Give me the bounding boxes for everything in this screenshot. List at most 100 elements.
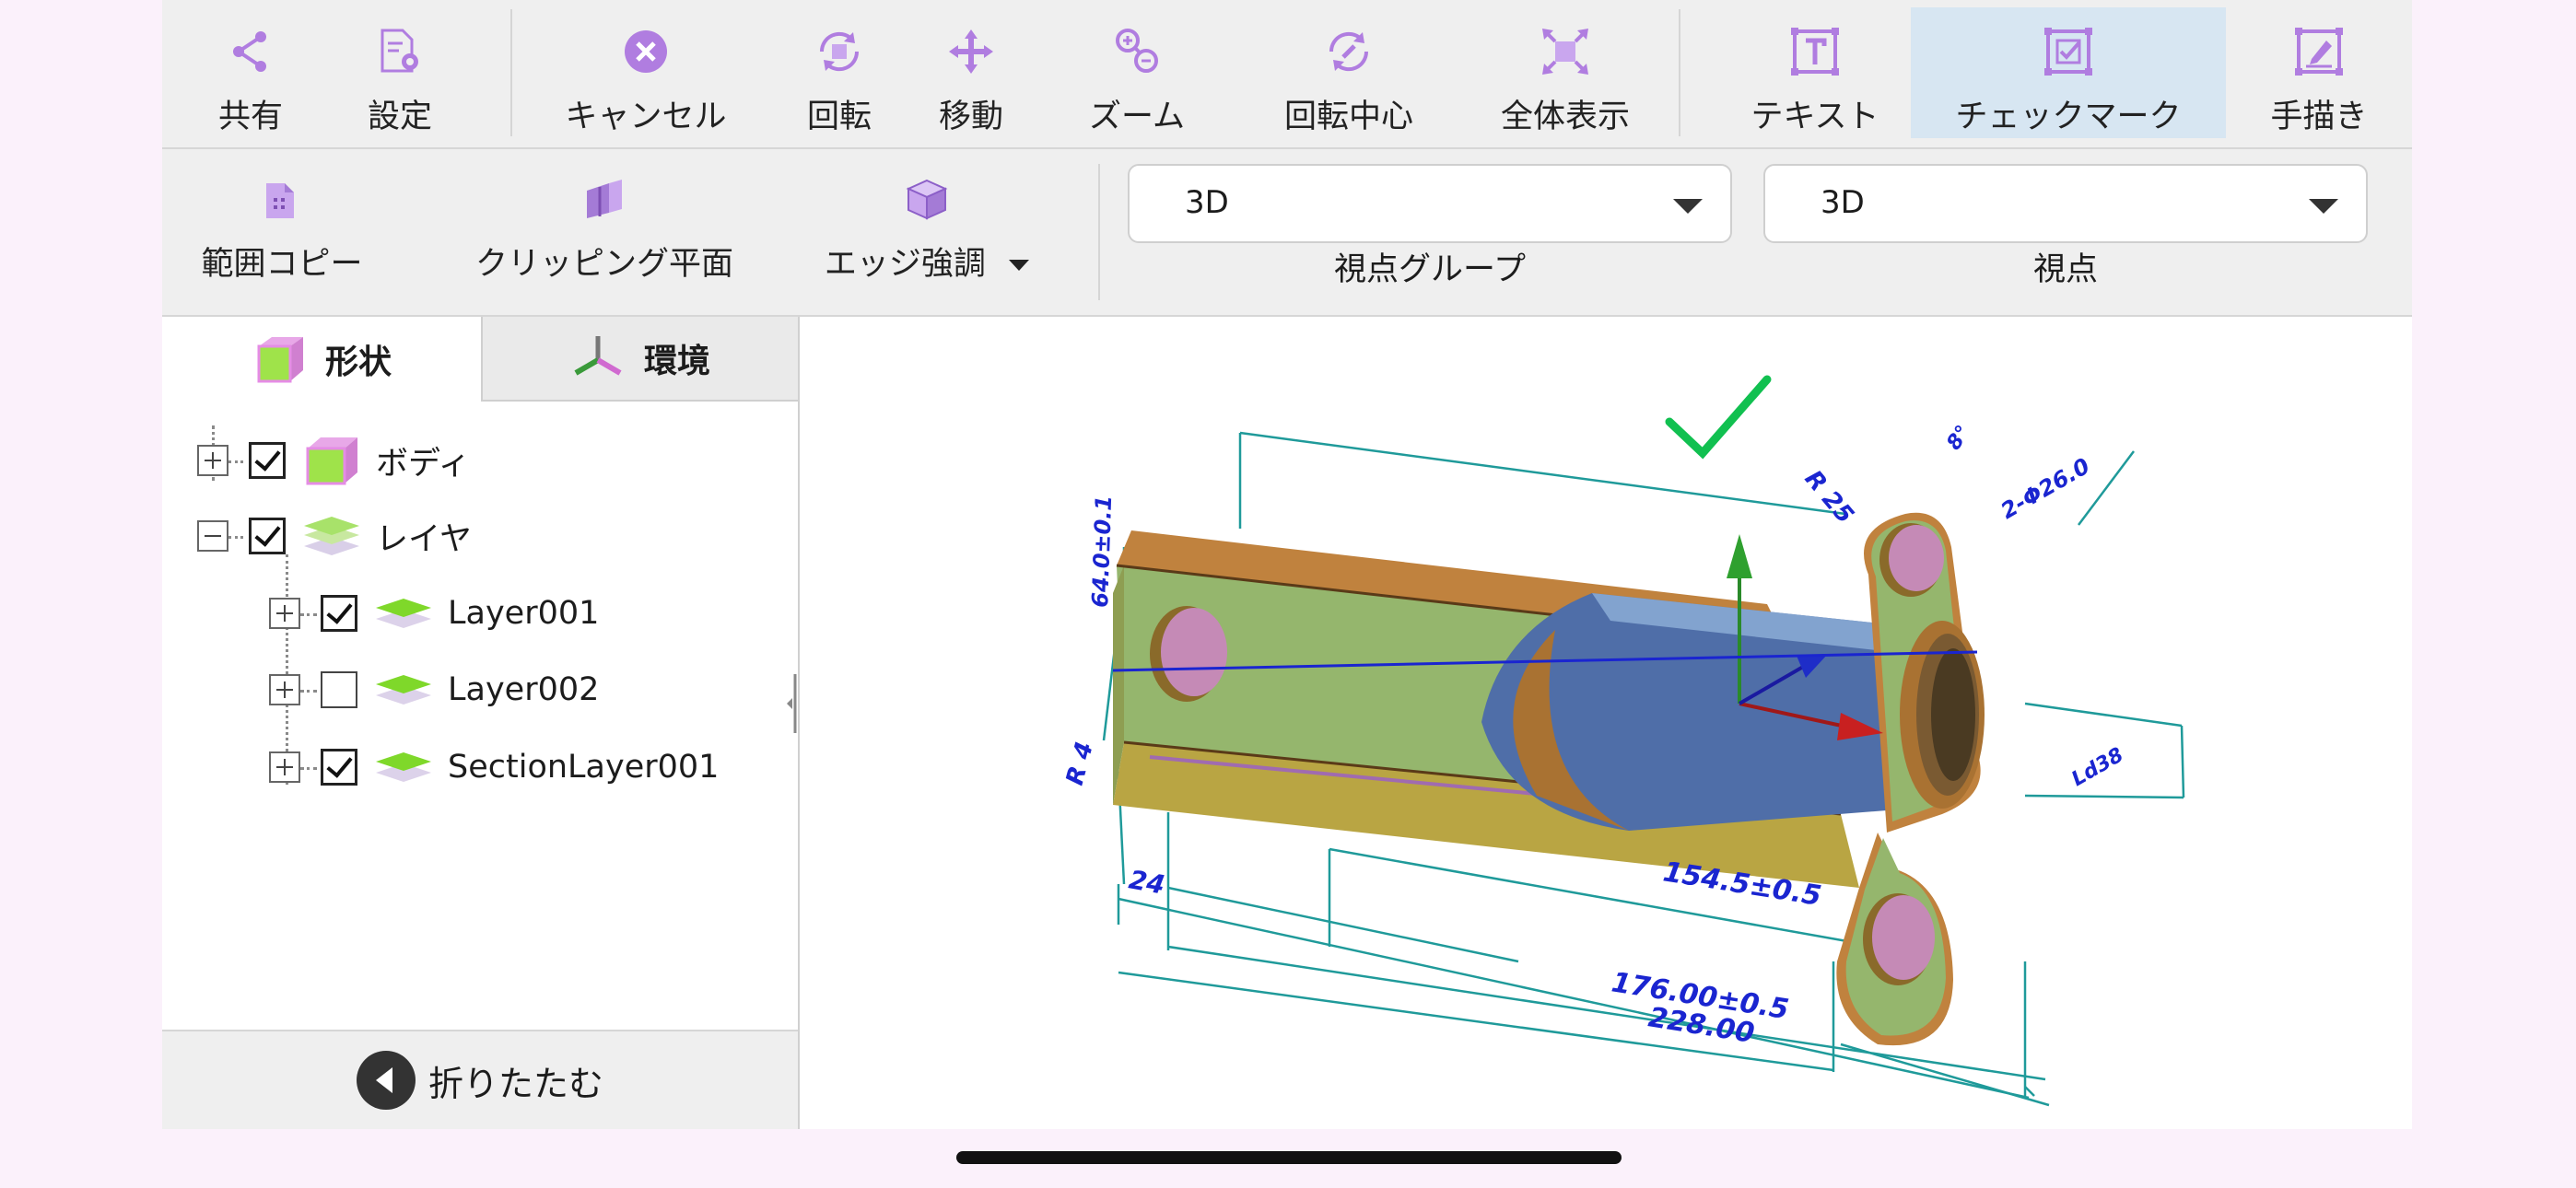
- freehand-icon: [2289, 22, 2348, 81]
- tree-item-layer001[interactable]: Layer001: [269, 586, 599, 641]
- rotate-icon: [810, 22, 869, 81]
- cancel-button[interactable]: キャンセル: [549, 7, 743, 138]
- environment-axes-icon: [570, 332, 626, 384]
- toolbar-divider: [510, 9, 512, 136]
- rotation-center-button[interactable]: 回転中心: [1266, 7, 1432, 138]
- layer-icon: [374, 670, 433, 710]
- viewpoint-group-label: 視点グループ: [1334, 251, 1526, 288]
- dropdown-arrow-icon: [2309, 199, 2338, 214]
- move-button[interactable]: 移動: [916, 7, 1026, 138]
- move-icon: [942, 22, 1001, 81]
- range-copy-button[interactable]: 範囲コピー: [199, 169, 365, 298]
- expand-icon[interactable]: [197, 445, 228, 476]
- range-copy-icon: [252, 169, 311, 228]
- dim-r4: R 4: [1061, 739, 1099, 787]
- tree-item-layer[interactable]: レイヤ: [197, 508, 472, 564]
- home-indicator[interactable]: [956, 1151, 1622, 1164]
- tree-item-label: ボディ: [376, 445, 471, 483]
- edge-emphasis-label: エッジ強調: [824, 246, 986, 283]
- tree-item-label: SectionLayer001: [448, 749, 720, 786]
- visibility-checkbox[interactable]: [249, 518, 286, 554]
- visibility-checkbox[interactable]: [321, 749, 357, 786]
- toolbar-divider: [1098, 164, 1100, 300]
- dim-angle: 8°: [1942, 422, 1975, 455]
- viewpoint-select[interactable]: 3D: [1763, 164, 2368, 243]
- viewpoint-value: 3D: [1821, 184, 1865, 221]
- rotate-button[interactable]: 回転: [779, 7, 899, 138]
- clipping-plane-label: クリッピング平面: [474, 246, 733, 283]
- settings-button[interactable]: 設定: [345, 7, 455, 138]
- checkmark-icon: [2039, 22, 2098, 81]
- model-view[interactable]: R 25 8° 2-Φ26.0 64.0±0.1 R 4 24 154.5±0.…: [800, 317, 2412, 1129]
- tree-item-sectionlayer001[interactable]: SectionLayer001: [269, 740, 719, 795]
- text-label: テキスト: [1751, 99, 1879, 135]
- zoom-label: ズーム: [1089, 99, 1185, 135]
- share-label: 共有: [217, 99, 283, 135]
- fit-all-label: 全体表示: [1500, 99, 1630, 135]
- toolbar-divider: [1679, 9, 1680, 136]
- expand-icon[interactable]: [269, 598, 300, 629]
- expand-icon[interactable]: [269, 751, 300, 783]
- dim-24: 24: [1127, 864, 1167, 900]
- collapse-icon[interactable]: [197, 520, 228, 552]
- freehand-button[interactable]: 手描き: [2250, 7, 2388, 138]
- settings-icon: [370, 22, 429, 81]
- tree-item-label: Layer002: [448, 671, 600, 708]
- dim-hole-dia: 2-Φ26.0: [1996, 453, 2094, 524]
- layers-icon: [302, 513, 361, 559]
- layer-icon: [374, 593, 433, 634]
- viewpoint-label: 視点: [2032, 251, 2098, 288]
- fit-all-icon: [1536, 22, 1595, 81]
- edge-emphasis-icon: [897, 169, 956, 228]
- visibility-checkbox[interactable]: [321, 671, 357, 708]
- clipping-plane-icon: [575, 169, 634, 228]
- checkmark-button[interactable]: チェックマーク: [1911, 7, 2226, 138]
- text-icon: [1786, 22, 1844, 81]
- chevron-left-icon: [356, 1051, 416, 1110]
- tree-item-label: Layer001: [448, 595, 600, 632]
- chevron-down-icon: [1009, 260, 1030, 271]
- rotation-center-label: 回転中心: [1283, 99, 1413, 135]
- app-window: 共有 設定 キャンセル 回転 移動 ズーム 回転中心 全体表示 テキスト チェッ…: [162, 0, 2412, 1129]
- tree-item-layer002[interactable]: Layer002: [269, 662, 599, 717]
- tree-item-body[interactable]: ボディ: [197, 433, 471, 488]
- text-button[interactable]: テキスト: [1723, 7, 1907, 138]
- viewpoint-group-select[interactable]: 3D: [1128, 164, 1732, 243]
- collapse-panel-button[interactable]: 折りたたむ: [162, 1030, 798, 1129]
- rotate-label: 回転: [806, 99, 872, 135]
- freehand-label: 手描き: [2270, 99, 2368, 135]
- tree-item-label: レイヤ: [376, 520, 472, 558]
- shape-cube-icon: [252, 333, 307, 385]
- model-tree-panel: 形状 環境 ボディ レイヤ Layer001 Layer002 SectionL…: [162, 317, 800, 1129]
- layer-icon: [374, 747, 433, 787]
- dim-height: 64.0±0.1: [1087, 495, 1117, 608]
- edge-emphasis-dropdown[interactable]: エッジ強調: [816, 169, 1037, 298]
- part-model[interactable]: [1112, 512, 1985, 1046]
- dim-r25: R 25: [1799, 465, 1859, 529]
- fit-all-button[interactable]: 全体表示: [1478, 7, 1653, 138]
- range-copy-label: 範囲コピー: [201, 246, 363, 283]
- visibility-checkbox[interactable]: [321, 595, 357, 632]
- visibility-checkbox[interactable]: [249, 442, 286, 479]
- cancel-icon: [616, 22, 675, 81]
- cancel-label: キャンセル: [565, 99, 727, 135]
- tab-shape-label: 形状: [324, 344, 392, 381]
- secondary-toolbar: 範囲コピー クリッピング平面 エッジ強調 3D 視点グループ 3D 視点: [162, 149, 2412, 317]
- main-toolbar: 共有 設定 キャンセル 回転 移動 ズーム 回転中心 全体表示 テキスト チェッ…: [162, 0, 2412, 149]
- viewpoint-group-value: 3D: [1185, 184, 1229, 221]
- checkmark-label: チェックマーク: [1955, 99, 2182, 135]
- tab-shape[interactable]: 形状: [162, 317, 481, 402]
- zoom-button[interactable]: ズーム: [1063, 7, 1211, 138]
- clipping-plane-button[interactable]: クリッピング平面: [466, 169, 743, 298]
- dropdown-arrow-icon: [1673, 199, 1703, 214]
- tab-environment-label: 環境: [643, 343, 710, 380]
- dim-ld38: Ld38: [2068, 743, 2128, 791]
- checkmark-annotation[interactable]: [1665, 375, 1772, 460]
- tab-environment[interactable]: 環境: [481, 317, 798, 402]
- 3d-viewport[interactable]: R 25 8° 2-Φ26.0 64.0±0.1 R 4 24 154.5±0.…: [800, 317, 2412, 1129]
- expand-icon[interactable]: [269, 674, 300, 705]
- share-icon: [221, 22, 280, 81]
- move-label: 移動: [938, 99, 1003, 135]
- share-button[interactable]: 共有: [195, 7, 306, 138]
- rotation-center-icon: [1319, 22, 1378, 81]
